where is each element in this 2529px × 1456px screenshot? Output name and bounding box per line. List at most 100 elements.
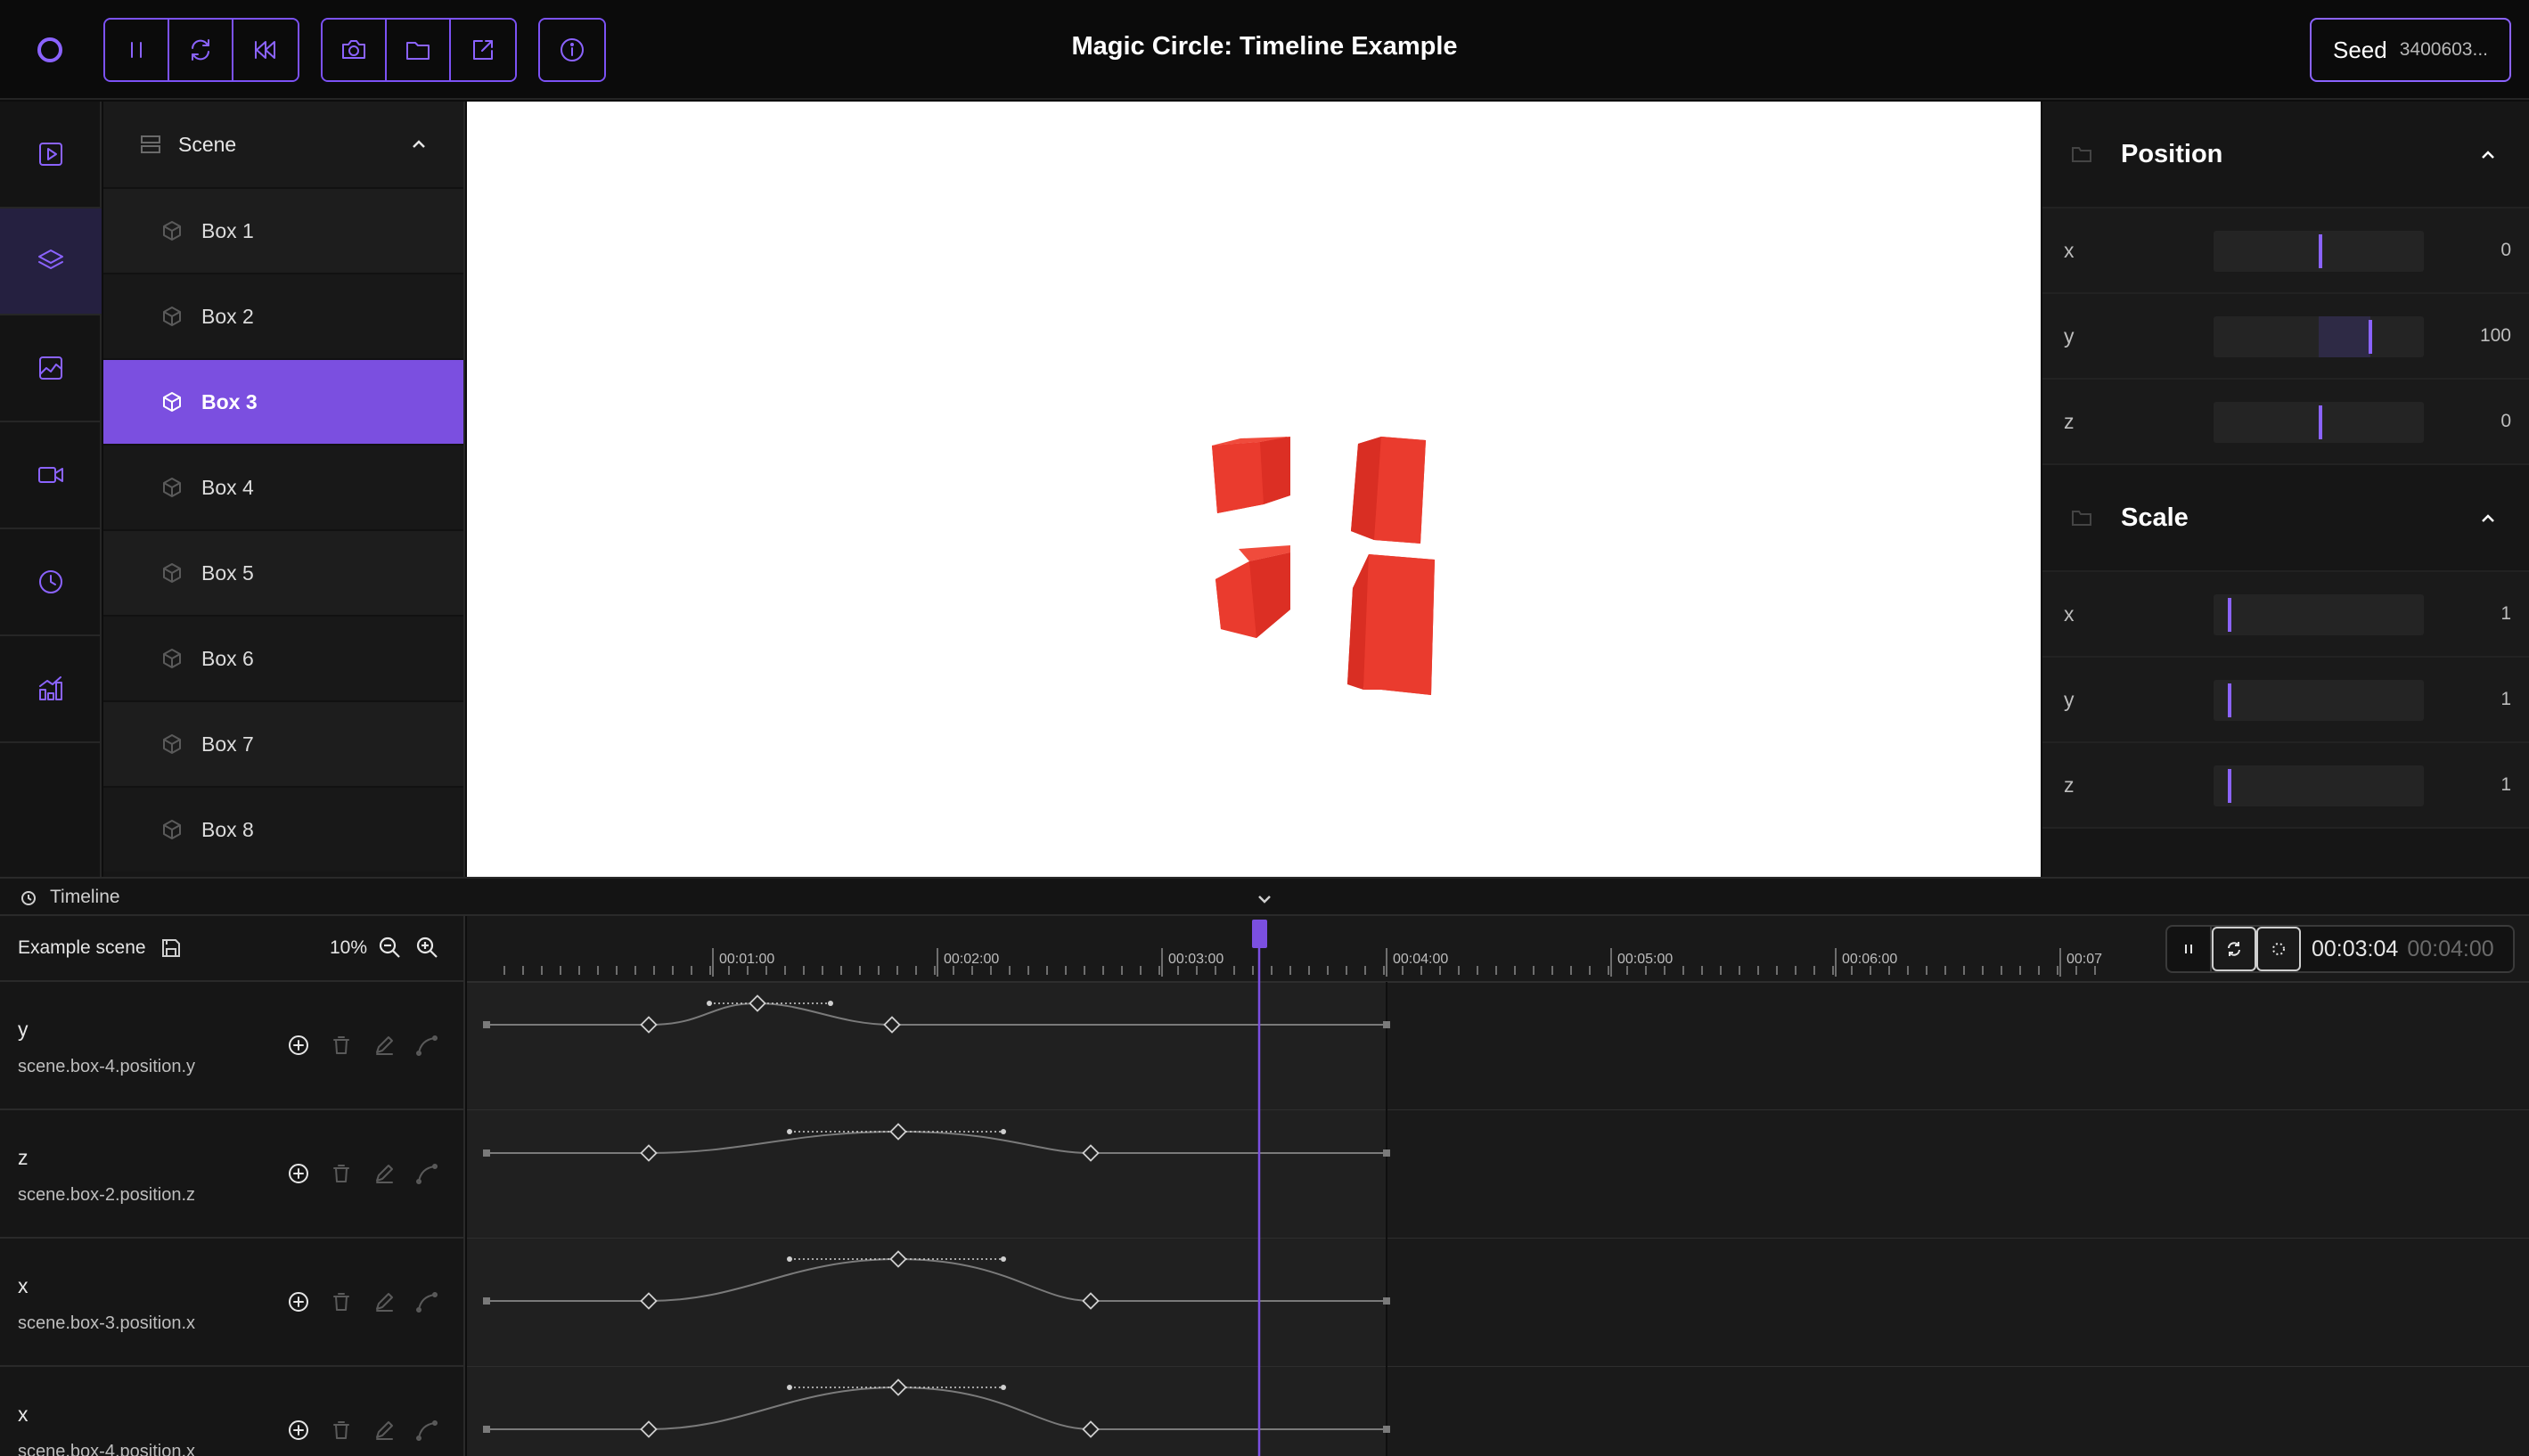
position-y-slider[interactable]	[2214, 316, 2424, 357]
slider-thumb[interactable]	[2228, 598, 2231, 632]
cube-icon	[163, 478, 181, 497]
track-start-marker	[483, 1021, 490, 1028]
tree-item[interactable]: Box 5	[103, 529, 463, 615]
play-square-icon	[39, 143, 62, 166]
tree-item[interactable]: Box 4	[103, 444, 463, 529]
bezier-handle	[1001, 1256, 1006, 1262]
scale-section-header[interactable]: Scale	[2042, 465, 2529, 572]
info-button-group	[538, 18, 606, 82]
track-start-marker	[483, 1149, 490, 1157]
slider-thumb[interactable]	[2228, 683, 2231, 717]
track-end-marker	[1383, 1426, 1390, 1433]
track-actions	[285, 1160, 440, 1187]
tree-item-label: Box 2	[201, 304, 254, 328]
position-y-row: y 100	[2042, 294, 2529, 380]
track-active-range	[467, 982, 1387, 1110]
current-time: 00:03:04	[2312, 936, 2399, 961]
tree-item[interactable]: Box 1	[103, 187, 463, 273]
scale-section-title: Scale	[2121, 503, 2189, 532]
track-property: y	[18, 1018, 29, 1041]
slider-thumb[interactable]	[2319, 405, 2322, 439]
save-icon[interactable]	[159, 936, 184, 961]
open-folder-button[interactable]	[387, 20, 451, 80]
scene-tree-header[interactable]: Scene	[103, 102, 463, 187]
position-x-slider[interactable]	[2214, 231, 2424, 272]
curve-icon[interactable]	[413, 1032, 440, 1059]
rewind-button[interactable]	[233, 20, 298, 80]
slider-thumb[interactable]	[2319, 234, 2322, 268]
timeline-canvas[interactable]: 00:01:00 00:02:00 00:03:00 00:04:00 00:05:00…	[467, 916, 2529, 1456]
pause-button[interactable]	[105, 20, 169, 80]
rail-item-video[interactable]	[0, 422, 102, 529]
pencil-icon[interactable]	[371, 1032, 397, 1059]
pencil-icon[interactable]	[371, 1160, 397, 1187]
tree-item[interactable]: Box 2	[103, 273, 463, 358]
scale-x-slider[interactable]	[2214, 594, 2424, 635]
tree-item[interactable]: Box 7	[103, 700, 463, 786]
rail-item-image[interactable]	[0, 315, 102, 422]
tree-item[interactable]: Box 6	[103, 615, 463, 700]
trash-icon[interactable]	[328, 1417, 355, 1444]
box-cluster	[1212, 437, 1435, 695]
scale-z-slider[interactable]	[2214, 765, 2424, 806]
tree-item-label: Box 8	[201, 817, 254, 841]
scene-viewport[interactable]	[467, 102, 2041, 877]
info-icon	[561, 38, 584, 61]
chevron-up-icon[interactable]	[2477, 144, 2499, 166]
zoom-in-icon[interactable]	[413, 934, 440, 961]
cube-icon	[163, 820, 181, 839]
bezier-handle	[1001, 1385, 1006, 1390]
duration-time: 00:04:00	[2407, 936, 2494, 961]
trash-icon[interactable]	[328, 1160, 355, 1187]
timeline-header[interactable]: Timeline	[0, 877, 2529, 916]
trash-icon[interactable]	[328, 1288, 355, 1315]
add-keyframe-icon[interactable]	[285, 1288, 312, 1315]
chevron-up-icon[interactable]	[408, 134, 430, 155]
add-keyframe-icon[interactable]	[285, 1160, 312, 1187]
value-readout: 1	[2500, 774, 2511, 795]
add-keyframe-icon[interactable]	[285, 1417, 312, 1444]
rail-item-analytics[interactable]	[0, 636, 102, 743]
trash-icon[interactable]	[328, 1032, 355, 1059]
zoom-out-icon[interactable]	[376, 934, 403, 961]
screenshot-button[interactable]	[323, 20, 387, 80]
tree-item[interactable]: Box 3	[103, 358, 463, 444]
track-row: z scene.box-2.position.z	[0, 1110, 463, 1239]
curve-icon[interactable]	[413, 1417, 440, 1444]
pencil-icon[interactable]	[371, 1288, 397, 1315]
chevron-up-icon[interactable]	[2477, 508, 2499, 529]
timeline-scene-name: Example scene	[18, 937, 146, 958]
tick-label: 00:02:00	[944, 952, 999, 967]
cube-icon	[163, 649, 181, 668]
add-keyframe-icon[interactable]	[285, 1032, 312, 1059]
pencil-icon[interactable]	[371, 1417, 397, 1444]
position-section-header[interactable]: Position	[2042, 102, 2529, 209]
reload-button[interactable]	[169, 20, 233, 80]
timeline-loop-button[interactable]	[2212, 927, 2256, 971]
rail-item-layers[interactable]	[0, 209, 102, 315]
slider-thumb[interactable]	[2369, 320, 2372, 354]
layers-icon	[38, 249, 63, 269]
info-button[interactable]	[540, 20, 604, 80]
track-start-marker	[483, 1426, 490, 1433]
position-z-slider[interactable]	[2214, 402, 2424, 443]
tick-label: 00:06:00	[1842, 952, 1897, 967]
cube-icon	[163, 563, 181, 583]
folder-icon	[2072, 147, 2091, 162]
value-readout: 0	[2500, 411, 2511, 431]
scale-y-slider[interactable]	[2214, 680, 2424, 721]
chevron-down-icon[interactable]	[1255, 889, 1274, 909]
circle-logo-icon[interactable]	[32, 32, 68, 68]
rail-item-clock[interactable]	[0, 529, 102, 636]
slider-thumb[interactable]	[2228, 769, 2231, 803]
clock-icon	[21, 891, 36, 905]
curve-icon[interactable]	[413, 1288, 440, 1315]
tree-item[interactable]: Box 8	[103, 786, 463, 871]
seed-button[interactable]: Seed 3400603...	[2310, 18, 2511, 82]
timeline-pause-button[interactable]	[2167, 927, 2212, 971]
timeline-sync-button[interactable]	[2256, 927, 2301, 971]
video-icon	[38, 467, 63, 483]
rail-item-play[interactable]	[0, 102, 102, 209]
curve-icon[interactable]	[413, 1160, 440, 1187]
export-button[interactable]	[451, 20, 515, 80]
